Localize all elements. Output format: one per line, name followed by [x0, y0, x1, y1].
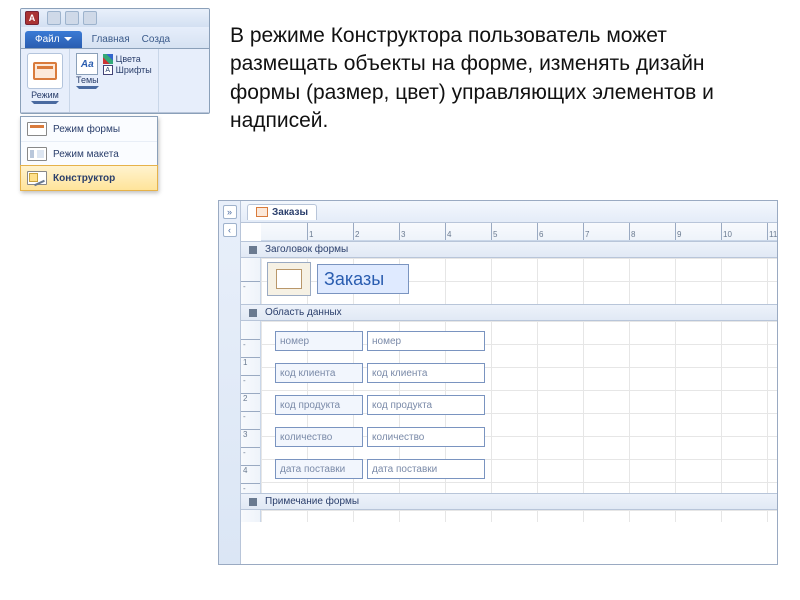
- document-tab-label: Заказы: [272, 207, 308, 218]
- qat-redo-icon[interactable]: [83, 11, 97, 25]
- logo-placeholder-icon: [276, 269, 302, 289]
- tab-home[interactable]: Главная: [86, 31, 136, 48]
- tab-create[interactable]: Созда: [136, 31, 176, 48]
- mode-menu-label: Режим макета: [53, 149, 119, 160]
- quick-access-toolbar: [47, 11, 97, 25]
- field-label-control[interactable]: код клиента: [275, 363, 363, 383]
- title-label-control[interactable]: Заказы: [317, 264, 409, 294]
- colors-button[interactable]: Цвета: [103, 54, 152, 64]
- logo-control[interactable]: [267, 262, 311, 296]
- document-tab-bar: Заказы: [241, 201, 777, 223]
- themes-icon[interactable]: Aa: [76, 53, 98, 75]
- group-themes: Aa Темы Цвета A Шрифты: [70, 49, 159, 112]
- section-bar-form-footer[interactable]: Примечание формы: [241, 493, 777, 510]
- colors-label: Цвета: [116, 54, 141, 64]
- mode-menu-label: Режим формы: [53, 124, 120, 135]
- ribbon-body: Режим Aa Темы Цвета A Шр: [21, 49, 209, 113]
- layout-view-icon: [27, 147, 47, 161]
- mode-menu-form-view[interactable]: Режим формы: [21, 117, 157, 141]
- form-header-area[interactable]: - Заказы: [241, 258, 777, 304]
- form-view-icon: [33, 62, 57, 80]
- detail-area[interactable]: -1-2-3-4- номерномеркод клиентакод клиен…: [241, 321, 777, 493]
- mode-dropdown: Режим формы Режим макета Конструктор: [20, 116, 158, 191]
- section-bar-form-header[interactable]: Заголовок формы: [241, 241, 777, 258]
- vertical-ruler: -: [241, 258, 261, 304]
- field-textbox-control[interactable]: дата поставки: [367, 459, 485, 479]
- fonts-icon: A: [103, 65, 113, 75]
- group-mode: Режим: [21, 49, 70, 112]
- qat-save-icon[interactable]: [47, 11, 61, 25]
- field-label-control[interactable]: код продукта: [275, 395, 363, 415]
- vertical-ruler: -1-2-3-4-: [241, 321, 261, 493]
- mode-button[interactable]: [27, 53, 63, 89]
- themes-group-label: Темы: [76, 75, 99, 89]
- form-footer-area[interactable]: [241, 510, 777, 522]
- ribbon-tabs: Файл Главная Созда: [21, 27, 209, 49]
- nav-pane-collapsed[interactable]: » ‹: [219, 201, 241, 564]
- title-bar: A: [21, 9, 209, 27]
- field-row[interactable]: дата поставкидата поставки: [275, 459, 485, 479]
- nav-expand-icon[interactable]: »: [223, 205, 237, 219]
- fonts-label: Шрифты: [116, 65, 152, 75]
- colors-icon: [103, 54, 113, 64]
- design-view-icon: [27, 171, 47, 185]
- fonts-button[interactable]: A Шрифты: [103, 65, 152, 75]
- ribbon: A Файл Главная Созда Режим Aa: [20, 8, 210, 114]
- design-surface: 1234567891011 Заголовок формы - Заказы О…: [241, 223, 777, 564]
- field-row[interactable]: номерномер: [275, 331, 485, 351]
- field-row[interactable]: количествоколичество: [275, 427, 485, 447]
- access-app-icon: A: [25, 11, 39, 25]
- document-tab-orders[interactable]: Заказы: [247, 204, 317, 220]
- field-textbox-control[interactable]: количество: [367, 427, 485, 447]
- field-label-control[interactable]: дата поставки: [275, 459, 363, 479]
- file-tab[interactable]: Файл: [25, 31, 82, 48]
- mode-menu-label: Конструктор: [53, 173, 115, 184]
- vertical-ruler: [241, 510, 261, 522]
- field-label-control[interactable]: номер: [275, 331, 363, 351]
- mode-group-label: Режим: [31, 90, 59, 104]
- field-textbox-control[interactable]: код клиента: [367, 363, 485, 383]
- form-view-icon: [27, 122, 47, 136]
- form-object-icon: [256, 207, 268, 217]
- explanatory-paragraph: В режиме Конструктора пользователь может…: [230, 22, 760, 135]
- field-textbox-control[interactable]: код продукта: [367, 395, 485, 415]
- design-grid: [261, 510, 777, 522]
- qat-undo-icon[interactable]: [65, 11, 79, 25]
- nav-search-icon[interactable]: ‹: [223, 223, 237, 237]
- field-row[interactable]: код продуктакод продукта: [275, 395, 485, 415]
- field-label-control[interactable]: количество: [275, 427, 363, 447]
- section-bar-detail[interactable]: Область данных: [241, 304, 777, 321]
- mode-menu-layout-view[interactable]: Режим макета: [21, 141, 157, 166]
- horizontal-ruler: 1234567891011: [261, 223, 777, 241]
- form-designer: Элементы управления » ‹ Заказы 123456789…: [218, 200, 778, 565]
- mode-menu-design-view[interactable]: Конструктор: [20, 165, 158, 191]
- field-textbox-control[interactable]: номер: [367, 331, 485, 351]
- field-row[interactable]: код клиентакод клиента: [275, 363, 485, 383]
